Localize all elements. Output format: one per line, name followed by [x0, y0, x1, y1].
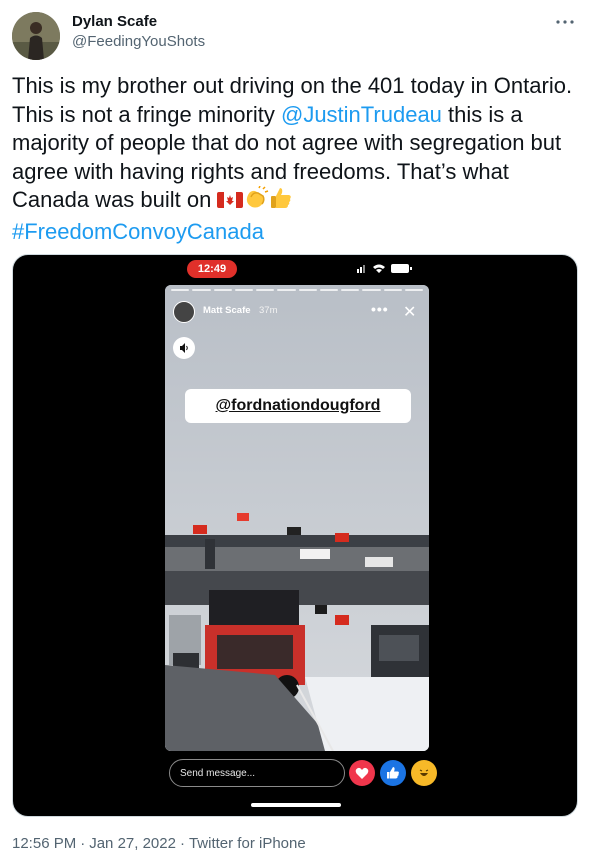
story-more-icon: ••• — [371, 301, 389, 317]
canada-flag-icon — [217, 189, 244, 218]
clapping-hands-icon — [243, 185, 269, 218]
story-close-icon: ✕ — [403, 304, 417, 321]
recording-time-badge: 12:49 — [187, 260, 237, 278]
phone-home-indicator — [251, 803, 341, 807]
heart-reaction-icon — [349, 760, 375, 786]
speaker-icon — [173, 337, 195, 359]
highway-convoy-scene — [165, 285, 429, 751]
tweet-text: This is my brother out driving on the 40… — [12, 72, 582, 246]
tweet-source: Twitter for iPhone — [188, 835, 306, 852]
meta-separator: · — [80, 835, 86, 852]
video-media[interactable]: 12:49 Matt Scafe 37m ••• ✕ @fordnationdo… — [12, 254, 578, 817]
haha-reaction-icon — [411, 760, 437, 786]
phone-status-icons — [357, 264, 412, 273]
story-username: Matt Scafe — [203, 305, 251, 316]
author-handle[interactable]: @FeedingYouShots — [72, 32, 205, 52]
tweet: Dylan Scafe @FeedingYouShots This is my … — [0, 0, 593, 859]
story-frame: Matt Scafe 37m ••• ✕ @fordnationdougford — [165, 285, 429, 751]
story-timestamp: 37m — [259, 305, 278, 316]
author-avatar[interactable] — [12, 12, 60, 60]
mention-link[interactable]: @JustinTrudeau — [281, 102, 442, 127]
thumbs-up-icon — [269, 186, 293, 218]
mention-sticker: @fordnationdougford — [185, 389, 411, 423]
send-message-field: Send message... — [169, 759, 345, 787]
like-reaction-icon — [380, 760, 406, 786]
tweet-time[interactable]: 12:56 PM — [12, 835, 76, 852]
more-horizontal-icon[interactable] — [553, 10, 577, 34]
tweet-date[interactable]: Jan 27, 2022 — [89, 835, 176, 852]
tweet-metadata: 12:56 PM · Jan 27, 2022 · Twitter for iPhone — [12, 834, 306, 854]
story-avatar — [173, 301, 195, 323]
author-display-name[interactable]: Dylan Scafe — [72, 12, 157, 32]
meta-separator: · — [179, 835, 185, 852]
hashtag-link[interactable]: #FreedomConvoyCanada — [12, 219, 264, 244]
story-progress-bar — [171, 289, 423, 292]
